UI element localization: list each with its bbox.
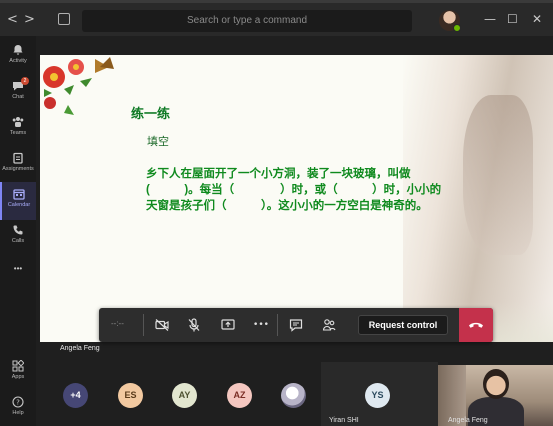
call-timer: --:-- — [111, 319, 124, 328]
divider — [277, 314, 278, 336]
participant-avatar[interactable]: ES — [118, 383, 143, 408]
teams-window: < > Search or type a command — ☐ ✕ Activ… — [0, 0, 553, 426]
participant-avatar: YS — [365, 383, 390, 408]
slide-subtitle: 填空 — [147, 136, 169, 148]
divider — [143, 314, 144, 336]
assignments-icon — [13, 152, 23, 164]
chat-icon[interactable] — [288, 317, 304, 333]
hang-up-button[interactable] — [459, 308, 493, 342]
rail-item-teams[interactable]: Teams — [0, 110, 36, 148]
person-head-image — [483, 369, 509, 399]
profile-avatar[interactable] — [439, 10, 461, 32]
rail-item-activity[interactable]: Activity — [0, 38, 36, 76]
calendar-icon — [13, 189, 25, 200]
camera-off-icon[interactable] — [154, 317, 170, 333]
rail-item-help[interactable]: ? Help — [0, 390, 36, 426]
rail-label: Chat — [12, 94, 24, 100]
rail-label: Activity — [9, 58, 27, 64]
rail-label: Help — [12, 410, 24, 416]
minimize-button[interactable]: — — [484, 12, 496, 26]
cliff-rock-image — [463, 95, 533, 255]
participant-avatar[interactable]: AZ — [227, 383, 252, 408]
phone-icon — [13, 225, 23, 235]
back-button[interactable]: < — [7, 12, 18, 27]
rail-label: Apps — [11, 374, 25, 380]
presenter-name: Angela Feng — [60, 345, 100, 352]
bell-icon — [13, 45, 23, 55]
rail-item-calendar[interactable]: Calendar — [0, 182, 36, 220]
rail-label: Calls — [11, 238, 25, 244]
slide-title: 练一练 — [131, 106, 171, 121]
participant-video-tile[interactable]: Angela Feng — [438, 365, 553, 426]
rail-item-calls[interactable]: Calls — [0, 218, 36, 256]
compose-icon[interactable] — [58, 13, 70, 25]
rail-item-chat[interactable]: 2 Chat — [0, 74, 36, 112]
title-bar: < > Search or type a command — ☐ ✕ — [0, 0, 553, 36]
slide-body-text: 乡下人在屋面开了一个小方洞，装了一块玻璃，叫做( )。每当（ ）时，或（ ）时，… — [146, 168, 442, 212]
help-icon: ? — [12, 396, 24, 408]
participant-name: Yiran SHI — [329, 417, 359, 424]
close-button[interactable]: ✕ — [532, 12, 542, 26]
overflow-participants-button[interactable]: +4 — [63, 383, 88, 408]
participant-tile-yiran[interactable]: YS Yiran SHI — [321, 362, 438, 426]
hang-up-icon — [469, 322, 483, 328]
call-controls-bar: --:-- ••• Request control — [99, 308, 493, 342]
rail-more-button[interactable]: ••• — [0, 254, 36, 292]
maximize-button[interactable]: ☐ — [507, 12, 518, 26]
apps-icon — [12, 360, 24, 372]
rail-label: Assignments — [2, 166, 34, 172]
more-options-button[interactable]: ••• — [253, 317, 269, 333]
participant-avatar[interactable]: AY — [172, 383, 197, 408]
svg-text:?: ? — [16, 399, 20, 407]
app-rail: Activity 2 Chat Teams Assignments Calend… — [0, 36, 36, 426]
mic-off-icon[interactable] — [186, 317, 202, 333]
flower-decoration-image — [43, 57, 114, 115]
share-screen-icon[interactable] — [220, 317, 236, 333]
participants-icon[interactable] — [321, 317, 337, 333]
shared-screen: 练一练 填空 乡下人在屋面开了一个小方洞，装了一块玻璃，叫做( )。每当（ ）时… — [40, 55, 553, 342]
participant-name: Angela Feng — [448, 417, 488, 424]
search-input[interactable]: Search or type a command — [82, 10, 412, 32]
rail-item-apps[interactable]: Apps — [0, 354, 36, 392]
participant-photo-avatar[interactable] — [281, 383, 306, 408]
request-control-button[interactable]: Request control — [358, 315, 448, 335]
chat-badge: 2 — [21, 77, 29, 85]
rail-label: Calendar — [7, 202, 31, 208]
rail-item-assignments[interactable]: Assignments — [0, 146, 36, 184]
rail-label: Teams — [9, 130, 27, 136]
forward-button[interactable]: > — [24, 12, 35, 27]
teams-icon — [12, 117, 24, 127]
